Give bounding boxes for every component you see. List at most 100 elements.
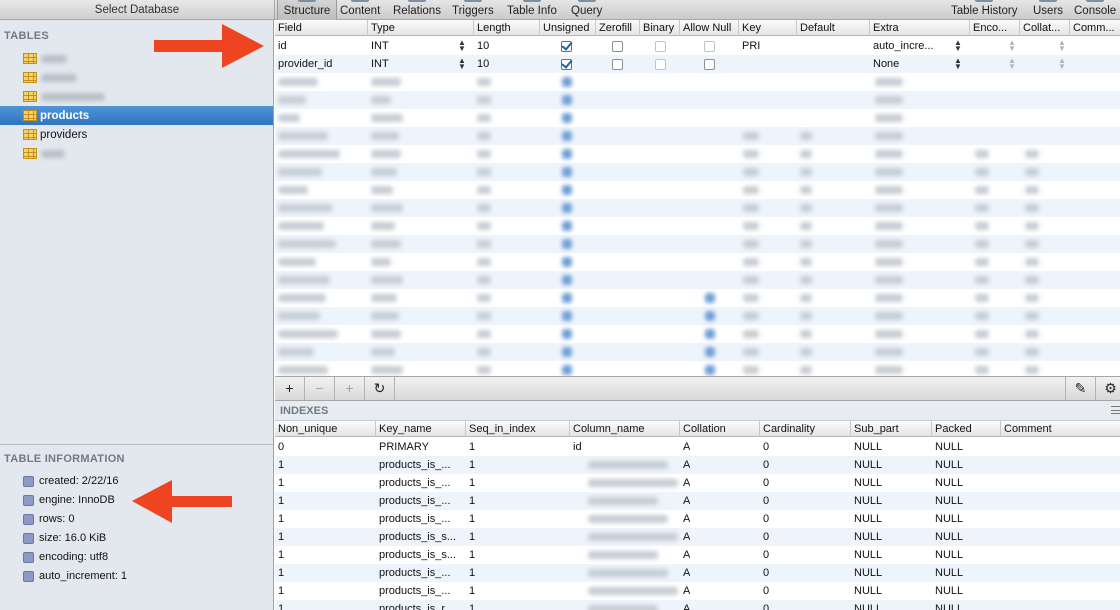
encoding-stepper-icon[interactable]: ▲ ▼ bbox=[1008, 57, 1016, 71]
index-comment-cell[interactable] bbox=[1001, 600, 1004, 610]
blurred-checkbox[interactable] bbox=[562, 311, 572, 321]
index-column-cell[interactable] bbox=[570, 564, 573, 582]
blurred-table-row[interactable] bbox=[275, 325, 1120, 343]
sidebar-table-item[interactable] bbox=[0, 144, 273, 163]
index-seq-cell[interactable]: 1 bbox=[466, 492, 475, 510]
table-row[interactable]: 1 products_is_... 1 A 0 NULL NULL bbox=[275, 582, 1120, 600]
encoding-stepper-icon[interactable]: ▲ ▼ bbox=[1008, 39, 1016, 53]
col-non-unique[interactable]: Non_unique bbox=[275, 421, 376, 437]
index-seq-cell[interactable]: 1 bbox=[466, 582, 475, 600]
index-cardinality-cell[interactable]: 0 bbox=[760, 528, 769, 546]
index-comment-cell[interactable] bbox=[1001, 546, 1004, 564]
type-stepper-icon[interactable]: ▲ ▼ bbox=[458, 57, 466, 71]
index-sub-part-cell[interactable]: NULL bbox=[851, 546, 882, 564]
index-collation-cell[interactable]: A bbox=[680, 438, 690, 456]
blurred-table-row[interactable] bbox=[275, 181, 1120, 199]
index-packed-cell[interactable]: NULL bbox=[932, 492, 963, 510]
col-encoding[interactable]: Enco... bbox=[970, 20, 1020, 36]
blurred-checkbox[interactable] bbox=[562, 365, 572, 375]
col-unsigned[interactable]: Unsigned bbox=[540, 20, 596, 36]
index-sub-part-cell[interactable]: NULL bbox=[851, 438, 882, 456]
blurred-checkbox[interactable] bbox=[562, 329, 572, 339]
blurred-checkbox[interactable] bbox=[705, 347, 715, 357]
index-comment-cell[interactable] bbox=[1001, 564, 1004, 582]
index-packed-cell[interactable]: NULL bbox=[932, 438, 963, 456]
blurred-table-row[interactable] bbox=[275, 217, 1120, 235]
index-collation-cell[interactable]: A bbox=[680, 474, 690, 492]
index-cardinality-cell[interactable]: 0 bbox=[760, 438, 769, 456]
index-sub-part-cell[interactable]: NULL bbox=[851, 456, 882, 474]
blurred-table-row[interactable] bbox=[275, 307, 1120, 325]
col-column-name[interactable]: Column_name bbox=[570, 421, 680, 437]
blurred-table-row[interactable] bbox=[275, 91, 1120, 109]
index-column-cell[interactable] bbox=[570, 600, 573, 610]
index-sub-part-cell[interactable]: NULL bbox=[851, 474, 882, 492]
index-packed-cell[interactable]: NULL bbox=[932, 564, 963, 582]
index-comment-cell[interactable] bbox=[1001, 528, 1004, 546]
index-cardinality-cell[interactable]: 0 bbox=[760, 492, 769, 510]
refresh-button[interactable]: ↻ bbox=[365, 377, 395, 400]
index-seq-cell[interactable]: 1 bbox=[466, 528, 475, 546]
index-non-unique-cell[interactable]: 1 bbox=[275, 492, 284, 510]
extra-stepper-icon[interactable]: ▲ ▼ bbox=[954, 39, 962, 53]
blurred-checkbox[interactable] bbox=[562, 221, 572, 231]
index-seq-cell[interactable]: 1 bbox=[466, 474, 475, 492]
tab-query[interactable]: Query bbox=[571, 0, 602, 20]
extra-cell[interactable]: auto_incre... bbox=[870, 37, 950, 55]
index-non-unique-cell[interactable]: 1 bbox=[275, 600, 284, 610]
index-collation-cell[interactable]: A bbox=[680, 564, 690, 582]
sidebar-divider[interactable] bbox=[0, 444, 273, 445]
blurred-checkbox[interactable] bbox=[562, 77, 572, 87]
index-collation-cell[interactable]: A bbox=[680, 600, 690, 610]
type-cell[interactable]: INT bbox=[368, 55, 458, 73]
field-cell[interactable]: id bbox=[275, 37, 368, 55]
blurred-table-row[interactable] bbox=[275, 109, 1120, 127]
index-collation-cell[interactable]: A bbox=[680, 510, 690, 528]
index-key-name-cell[interactable]: products_is_r... bbox=[376, 600, 454, 610]
blurred-table-row[interactable] bbox=[275, 163, 1120, 181]
table-row[interactable]: provider_id INT ▲ ▼ 10 None ▲ ▼ ▲ ▼ ▲ ▼ bbox=[275, 55, 1120, 73]
index-key-name-cell[interactable]: products_is_... bbox=[376, 510, 451, 528]
index-sub-part-cell[interactable]: NULL bbox=[851, 492, 882, 510]
index-column-cell[interactable] bbox=[570, 546, 573, 564]
index-non-unique-cell[interactable]: 1 bbox=[275, 582, 284, 600]
sidebar-table-item[interactable] bbox=[0, 49, 273, 68]
col-collation[interactable]: Collation bbox=[680, 421, 760, 437]
index-non-unique-cell[interactable]: 1 bbox=[275, 510, 284, 528]
table-row[interactable]: 1 products_is_s... 1 A 0 NULL NULL bbox=[275, 528, 1120, 546]
index-comment-cell[interactable] bbox=[1001, 582, 1004, 600]
index-cardinality-cell[interactable]: 0 bbox=[760, 510, 769, 528]
blurred-checkbox[interactable] bbox=[562, 257, 572, 267]
tab-structure[interactable]: Structure bbox=[277, 0, 337, 20]
index-sub-part-cell[interactable]: NULL bbox=[851, 600, 882, 610]
type-cell[interactable]: INT bbox=[368, 37, 458, 55]
index-cardinality-cell[interactable]: 0 bbox=[760, 582, 769, 600]
index-key-name-cell[interactable]: products_is_... bbox=[376, 492, 451, 510]
index-sub-part-cell[interactable]: NULL bbox=[851, 510, 882, 528]
tab-triggers[interactable]: Triggers bbox=[452, 0, 494, 20]
sidebar-table-item[interactable] bbox=[0, 87, 273, 106]
index-comment-cell[interactable] bbox=[1001, 510, 1004, 528]
key-cell[interactable]: PRI bbox=[739, 37, 797, 55]
col-collation[interactable]: Collat... bbox=[1020, 20, 1070, 36]
blurred-checkbox[interactable] bbox=[562, 185, 572, 195]
allow-null-checkbox[interactable] bbox=[704, 41, 715, 52]
duplicate-field-button[interactable]: + bbox=[335, 377, 365, 400]
length-cell[interactable]: 10 bbox=[474, 55, 540, 73]
index-key-name-cell[interactable]: products_is_... bbox=[376, 582, 451, 600]
index-non-unique-cell[interactable]: 1 bbox=[275, 564, 284, 582]
col-packed[interactable]: Packed bbox=[932, 421, 1001, 437]
index-key-name-cell[interactable]: products_is_s... bbox=[376, 528, 456, 546]
index-key-name-cell[interactable]: products_is_... bbox=[376, 456, 451, 474]
index-seq-cell[interactable]: 1 bbox=[466, 510, 475, 528]
index-cardinality-cell[interactable]: 0 bbox=[760, 564, 769, 582]
table-row[interactable]: 1 products_is_... 1 A 0 NULL NULL bbox=[275, 510, 1120, 528]
tab-relations[interactable]: Relations bbox=[393, 0, 441, 20]
index-cardinality-cell[interactable]: 0 bbox=[760, 546, 769, 564]
index-comment-cell[interactable] bbox=[1001, 438, 1004, 456]
tab-table-info[interactable]: Table Info bbox=[507, 0, 557, 20]
index-non-unique-cell[interactable]: 1 bbox=[275, 474, 284, 492]
index-collation-cell[interactable]: A bbox=[680, 528, 690, 546]
blurred-table-row[interactable] bbox=[275, 199, 1120, 217]
binary-checkbox[interactable] bbox=[655, 59, 666, 70]
